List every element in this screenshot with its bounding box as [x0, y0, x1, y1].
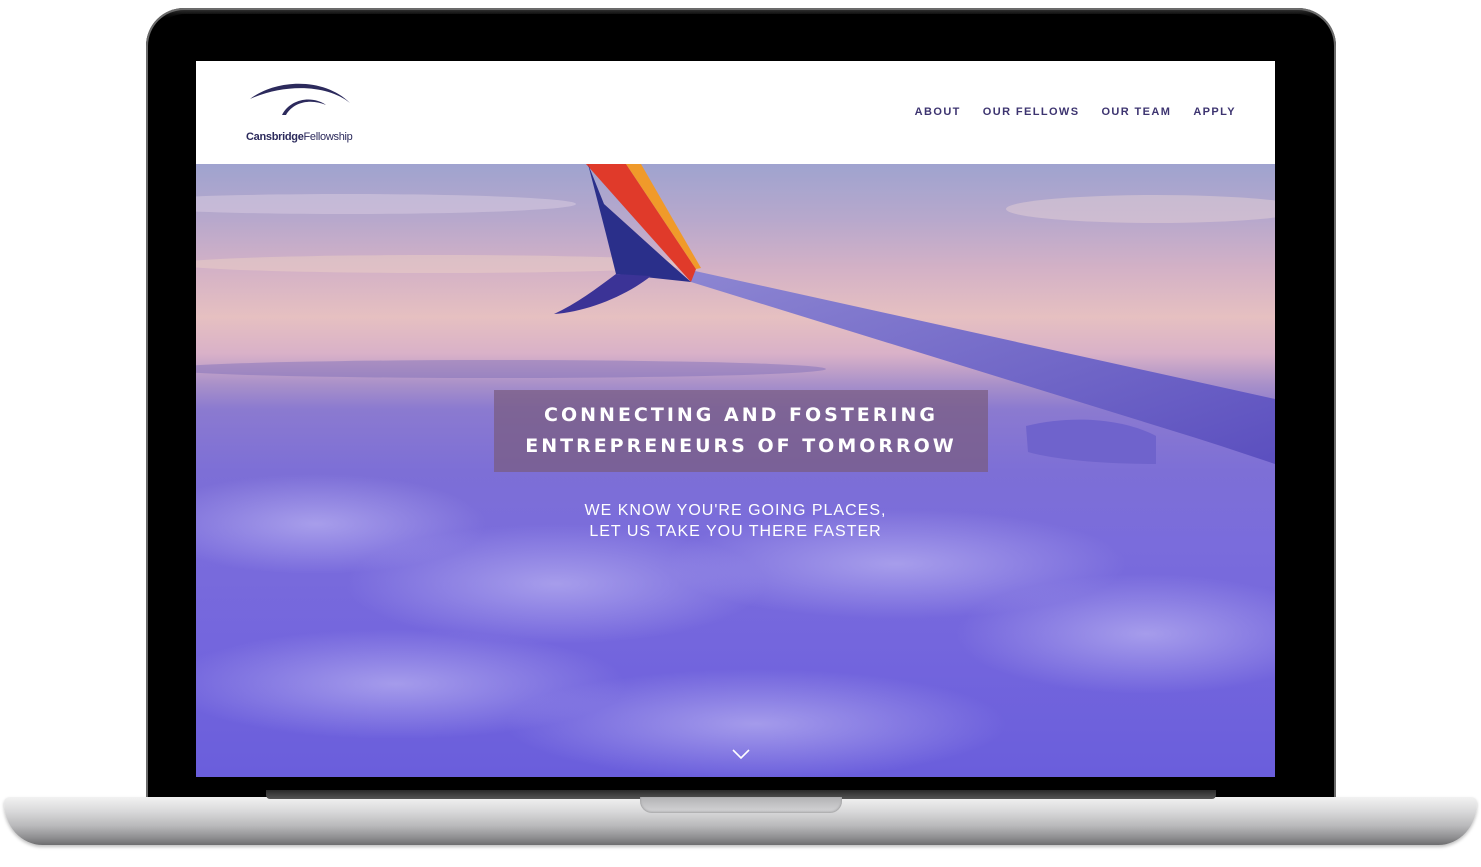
- logo-wordmark: CansbridgeFellowship: [246, 131, 353, 143]
- site-header: CansbridgeFellowship ABOUT OUR FELLOWS O…: [196, 61, 1275, 164]
- subheadline-line-2: LET US TAKE YOU THERE FASTER: [589, 523, 882, 540]
- logo-name-rest: Fellowship: [303, 131, 353, 143]
- nav-item-about[interactable]: ABOUT: [915, 106, 961, 118]
- hero-section: CONNECTING AND FOSTERING ENTREPRENEURS O…: [196, 164, 1275, 777]
- headline-line-1: CONNECTING AND FOSTERING: [544, 404, 938, 426]
- nav-item-our-team[interactable]: OUR TEAM: [1101, 106, 1171, 118]
- headline-banner: CONNECTING AND FOSTERING ENTREPRENEURS O…: [494, 390, 988, 472]
- chevron-down-icon[interactable]: [731, 747, 751, 761]
- laptop-notch: [640, 797, 842, 813]
- logo-name-bold: Cansbridge: [246, 131, 304, 143]
- arc-logo-icon: [250, 83, 350, 115]
- subheadline-line-1: WE KNOW YOU'RE GOING PLACES,: [584, 502, 887, 519]
- subheadline: WE KNOW YOU'RE GOING PLACES, LET US TAKE…: [196, 500, 1275, 542]
- nav-item-apply[interactable]: APPLY: [1193, 106, 1236, 118]
- main-nav: ABOUT OUR FELLOWS OUR TEAM APPLY: [915, 106, 1236, 118]
- headline-line-2: ENTREPRENEURS OF TOMORROW: [525, 435, 957, 457]
- logo[interactable]: CansbridgeFellowship: [246, 79, 366, 149]
- nav-item-our-fellows[interactable]: OUR FELLOWS: [983, 106, 1080, 118]
- website-screen: CansbridgeFellowship ABOUT OUR FELLOWS O…: [196, 61, 1275, 777]
